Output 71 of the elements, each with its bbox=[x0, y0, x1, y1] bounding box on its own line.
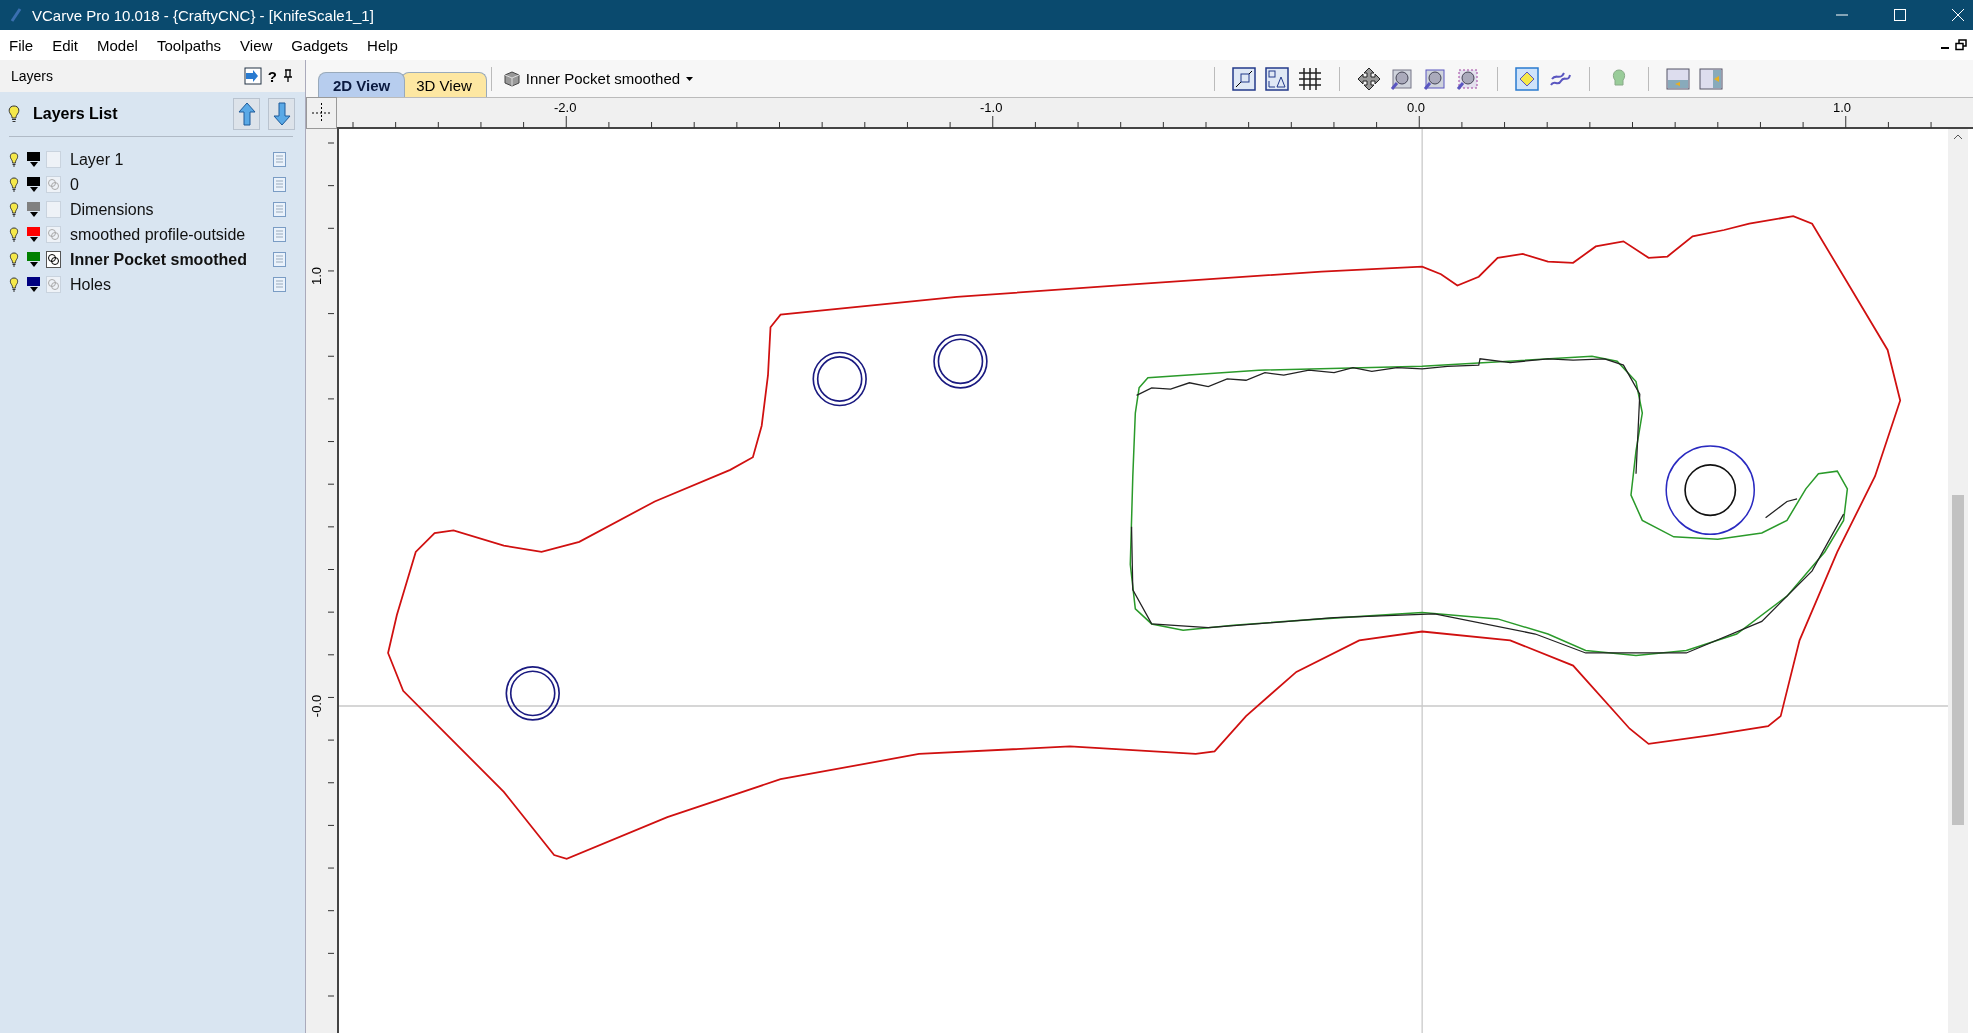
cube-icon bbox=[503, 70, 520, 87]
ruler-label: 1.0 bbox=[1833, 100, 1852, 115]
move-down-button[interactable] bbox=[268, 98, 295, 130]
scrollbar-thumb[interactable] bbox=[1952, 495, 1964, 825]
ruler-label: 0.0 bbox=[1407, 100, 1426, 115]
lightbulb-icon[interactable] bbox=[9, 177, 19, 192]
color-swatch[interactable] bbox=[27, 202, 40, 211]
grid-icon[interactable] bbox=[1298, 66, 1322, 91]
lightbulb-icon[interactable] bbox=[9, 227, 19, 242]
menu-item[interactable]: Edit bbox=[52, 36, 79, 54]
close-icon[interactable] bbox=[1951, 8, 1965, 22]
panel-bottom-icon[interactable] bbox=[1666, 66, 1690, 91]
blank-page-icon bbox=[46, 151, 61, 168]
hole-circle bbox=[505, 666, 560, 721]
ruler-label: 1.0 bbox=[307, 268, 325, 284]
restore-icon[interactable] bbox=[1955, 39, 1967, 51]
menu-item[interactable]: File bbox=[9, 36, 34, 54]
hole-circle bbox=[812, 351, 867, 407]
move-up-button[interactable] bbox=[233, 98, 260, 130]
dock-icon[interactable] bbox=[243, 67, 262, 85]
menu-item[interactable]: View bbox=[240, 36, 273, 54]
pan-arrows-icon[interactable] bbox=[1357, 66, 1381, 91]
vector-shapes-icon bbox=[46, 176, 61, 193]
highlight-icon[interactable] bbox=[1515, 66, 1539, 91]
zoom-icon[interactable] bbox=[1423, 66, 1447, 91]
lightbulb-icon bbox=[7, 105, 21, 123]
layer-name[interactable]: Holes bbox=[70, 275, 111, 294]
hole-circle bbox=[933, 334, 988, 389]
vector-shapes-icon bbox=[46, 276, 61, 293]
color-swatch[interactable] bbox=[27, 277, 40, 286]
lightbulb-icon[interactable] bbox=[9, 152, 19, 167]
measure-icon[interactable] bbox=[1265, 66, 1289, 91]
menu-item[interactable]: Model bbox=[97, 36, 138, 54]
view-tab[interactable]: 2D View bbox=[318, 72, 406, 97]
help-button[interactable]: ? bbox=[267, 67, 277, 85]
color-swatch[interactable] bbox=[27, 227, 40, 236]
menu-item[interactable]: Help bbox=[367, 36, 398, 54]
scroll-up-icon[interactable] bbox=[1953, 133, 1963, 141]
panel-title: Layers bbox=[11, 68, 54, 84]
view-tab[interactable]: 3D View bbox=[401, 72, 487, 97]
blank-page-icon bbox=[46, 201, 61, 218]
layer-name[interactable]: Inner Pocket smoothed bbox=[70, 250, 247, 269]
lightbulb-icon[interactable] bbox=[9, 277, 19, 292]
zoom-icon[interactable] bbox=[1390, 66, 1414, 91]
ruler-label: -2.0 bbox=[554, 100, 577, 115]
layer-dropdown[interactable]: Inner Pocket smoothed bbox=[499, 70, 698, 87]
layer-name[interactable]: 0 bbox=[70, 175, 79, 194]
ruler-origin-icon[interactable] bbox=[306, 97, 337, 129]
caret-icon bbox=[686, 76, 694, 81]
ruler-label: -1.0 bbox=[980, 100, 1003, 115]
zoom-icon[interactable] bbox=[1456, 66, 1480, 91]
menu-item[interactable]: Toolpaths bbox=[156, 36, 222, 54]
window-title: VCarve Pro 10.018 - {CraftyCNC} - [KnifeScale1_1] bbox=[32, 6, 374, 24]
layer-name[interactable]: smoothed profile-outside bbox=[70, 225, 246, 244]
vector-shapes-icon bbox=[46, 251, 61, 268]
vector-shapes-icon bbox=[46, 226, 61, 243]
list-title: Layers List bbox=[33, 105, 118, 123]
color-swatch[interactable] bbox=[27, 252, 40, 261]
up-arrow-icon bbox=[237, 102, 256, 126]
lightbulb-icon[interactable] bbox=[9, 202, 19, 217]
lightbulb-icon[interactable] bbox=[9, 252, 19, 267]
pin-icon[interactable] bbox=[283, 69, 293, 83]
layer-name[interactable]: Layer 1 bbox=[70, 150, 124, 169]
layer-name[interactable]: Dimensions bbox=[70, 200, 154, 219]
vertical-scrollbar[interactable] bbox=[1948, 129, 1968, 1033]
down-arrow-icon bbox=[272, 102, 291, 126]
resize-frame-icon[interactable] bbox=[1232, 66, 1256, 91]
app-icon bbox=[10, 8, 22, 22]
menu-item[interactable]: Gadgets bbox=[291, 36, 349, 54]
panel-right-icon[interactable] bbox=[1699, 66, 1723, 91]
maximize-icon[interactable] bbox=[1893, 8, 1907, 22]
